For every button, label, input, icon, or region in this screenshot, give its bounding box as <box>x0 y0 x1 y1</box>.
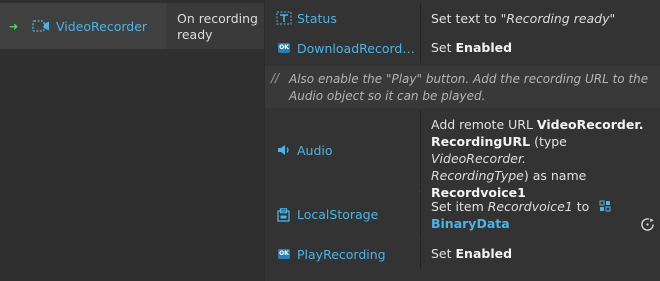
action-text: Set Enabled <box>431 246 513 261</box>
action-object[interactable]: OK DownloadRecordi... <box>265 33 420 63</box>
speaker-icon <box>276 143 292 157</box>
event-block[interactable]: ➜ VideoRecorder On recording ready <box>0 3 264 49</box>
action-object-name: LocalStorage <box>297 207 379 222</box>
comment-marker: // <box>271 71 280 85</box>
binary-data-link[interactable]: BinaryData <box>431 216 510 231</box>
action-object[interactable]: LocalStorage <box>265 192 420 237</box>
storage-icon <box>276 207 292 222</box>
event-sheet: ➜ VideoRecorder On recording ready Statu… <box>0 0 660 281</box>
comment-text: Also enable the "Play" button. Add the r… <box>289 72 649 103</box>
action-text: Set Enabled <box>431 40 513 55</box>
action-row-status[interactable]: Status Set text to "Recording ready" <box>265 3 660 33</box>
text-icon <box>276 11 292 25</box>
event-object-cell[interactable]: ➜ VideoRecorder <box>0 3 166 49</box>
column-divider <box>420 110 421 190</box>
button-icon: OK <box>278 43 290 53</box>
column-divider <box>420 239 421 269</box>
column-divider <box>420 3 421 33</box>
event-object-name: VideoRecorder <box>56 18 148 34</box>
comment-block[interactable]: // Also enable the "Play" button. Add th… <box>265 66 660 108</box>
column-divider <box>420 33 421 63</box>
action-object-name: Status <box>297 10 337 26</box>
action-row-localstorage[interactable]: LocalStorage Set item Recordvoice1 to Bi… <box>265 192 660 237</box>
button-icon: OK <box>278 249 290 259</box>
action-row-download[interactable]: OK DownloadRecordi... Set Enabled <box>265 33 660 63</box>
condition-text: On recording ready <box>177 11 258 42</box>
column-divider <box>420 192 421 237</box>
event-column: ➜ VideoRecorder On recording ready <box>0 0 264 281</box>
action-text: Add remote URL VideoRecorder. RecordingU… <box>431 117 644 200</box>
trigger-arrow-icon: ➜ <box>9 19 19 33</box>
action-row-audio[interactable]: Audio Add remote URL VideoRecorder. Reco… <box>265 110 660 200</box>
actions-column: Status Set text to "Recording ready" OK … <box>265 0 660 281</box>
action-text: Set text to "Recording ready" <box>431 11 616 26</box>
action-object[interactable]: Audio <box>265 110 420 190</box>
action-object[interactable]: OK PlayRecording <box>265 239 420 269</box>
refresh-icon[interactable] <box>640 217 655 232</box>
action-object-name: PlayRecording <box>297 246 386 262</box>
action-text: Set item Recordvoice1 to BinaryData <box>431 198 611 232</box>
action-object-name: Audio <box>297 142 333 158</box>
action-object-name: DownloadRecordi... <box>297 40 417 56</box>
video-recorder-icon <box>32 20 49 32</box>
condition-cell[interactable]: On recording ready <box>168 3 264 49</box>
action-object[interactable]: Status <box>265 3 420 33</box>
binary-data-icon <box>599 200 611 212</box>
action-row-playrecording[interactable]: OK PlayRecording Set Enabled <box>265 239 660 269</box>
